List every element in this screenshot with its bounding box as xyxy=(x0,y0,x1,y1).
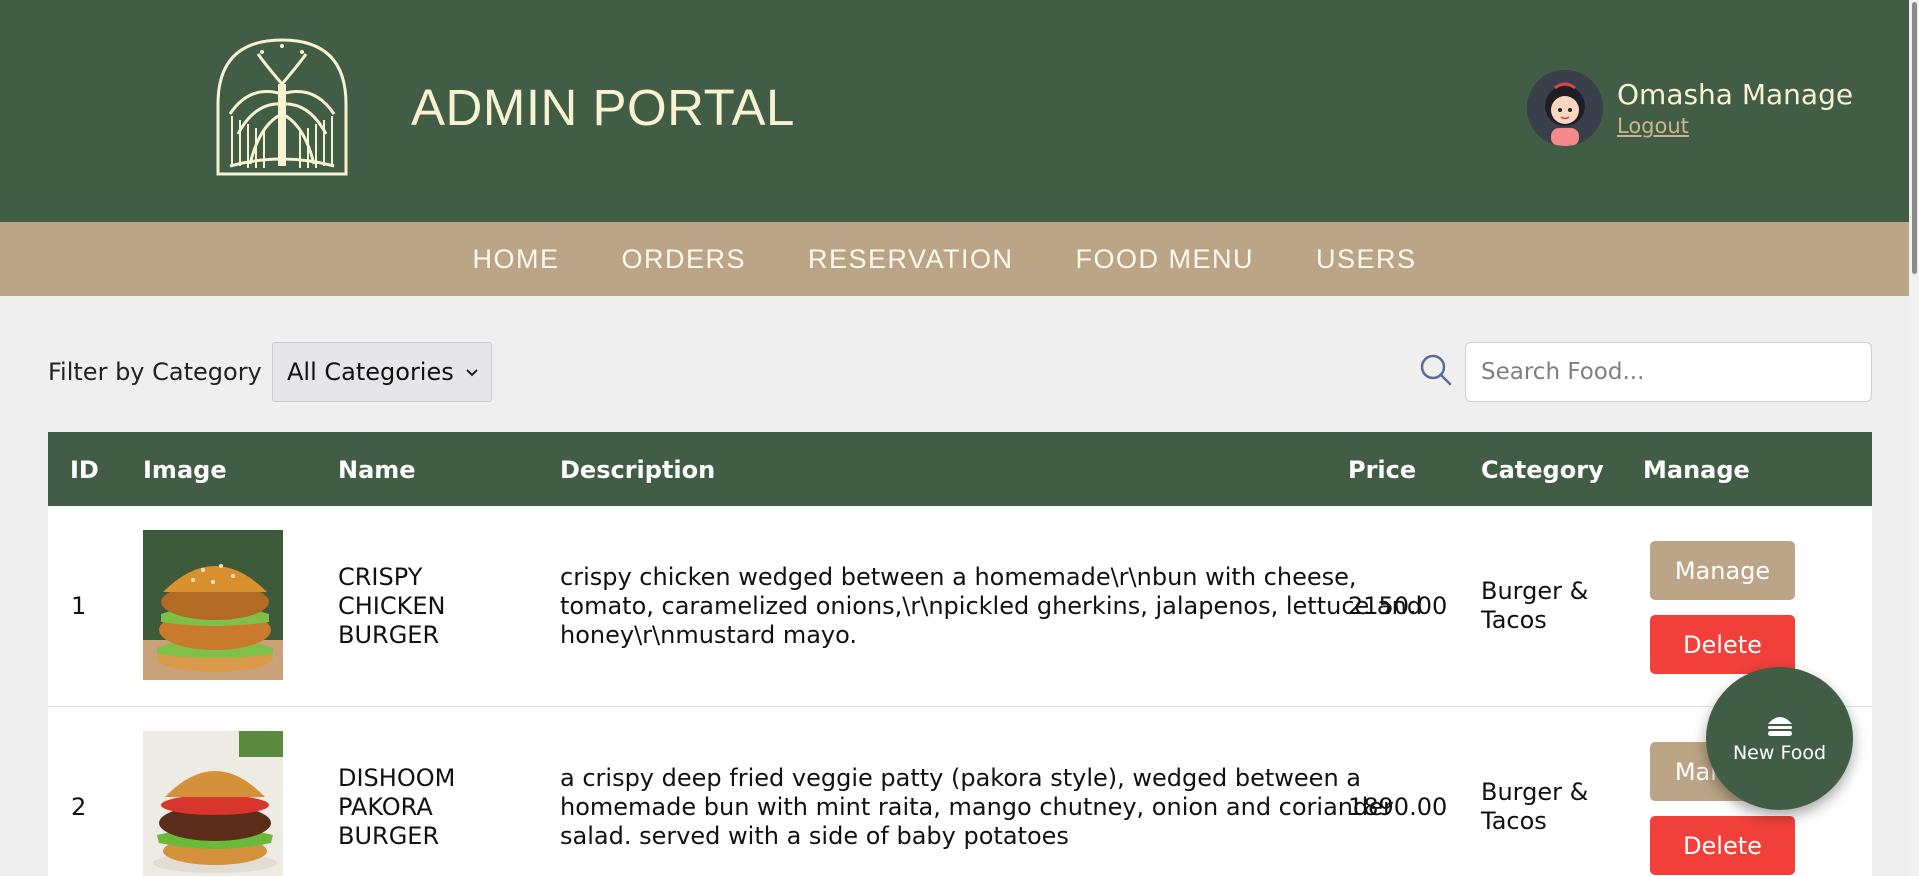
main-nav: HOME ORDERS RESERVATION FOOD MENU USERS xyxy=(0,222,1919,296)
new-food-label: New Food xyxy=(1732,741,1827,764)
nav-item-home[interactable]: HOME xyxy=(472,244,559,275)
delete-button[interactable]: Delete xyxy=(1650,615,1795,674)
row-name: CRISPY CHICKEN BURGER xyxy=(338,563,446,649)
manage-button[interactable]: Manage xyxy=(1650,541,1795,600)
user-name: Omasha Manage xyxy=(1617,78,1854,111)
nav-item-food-menu[interactable]: FOOD MENU xyxy=(1076,244,1255,275)
row-category: Burger & Tacos xyxy=(1481,577,1589,634)
column-header-description: Description xyxy=(560,456,716,484)
column-header-price: Price xyxy=(1348,456,1417,484)
nav-item-reservation[interactable]: RESERVATION xyxy=(808,244,1014,275)
row-price: 2150.00 xyxy=(1348,592,1448,620)
column-header-category: Category xyxy=(1481,456,1604,484)
burger-icon xyxy=(1767,716,1792,736)
search-icon[interactable] xyxy=(1418,352,1454,388)
category-select-value: All Categories xyxy=(287,358,454,386)
food-image-crispy-chicken-burger xyxy=(143,530,283,680)
food-image-dishoom-pakora-burger xyxy=(143,731,283,876)
category-select[interactable]: All Categories xyxy=(272,342,492,402)
search-food-input[interactable] xyxy=(1465,342,1872,402)
page-title: ADMIN PORTAL xyxy=(411,79,795,136)
column-header-id: ID xyxy=(70,456,99,484)
row-category: Burger & Tacos xyxy=(1481,778,1589,835)
chevron-down-icon xyxy=(466,369,478,377)
food-table: ID Image Name Description Price Category… xyxy=(48,432,1872,876)
filter-label: Filter by Category : xyxy=(48,358,278,386)
row-description: crispy chicken wedged between a homemade… xyxy=(560,563,1423,649)
nav-item-users[interactable]: USERS xyxy=(1316,244,1417,275)
scrollbar-thumb[interactable] xyxy=(1912,2,1917,274)
logout-link[interactable]: Logout xyxy=(1617,114,1689,138)
new-food-button[interactable]: New Food xyxy=(1706,667,1853,810)
row-id: 1 xyxy=(71,592,87,620)
tree-logo-icon xyxy=(216,38,348,176)
delete-button[interactable]: Delete xyxy=(1650,816,1795,875)
row-description: a crispy deep fried veggie patty (pakora… xyxy=(560,764,1393,850)
row-id: 2 xyxy=(71,793,87,821)
table-header: ID Image Name Description Price Category… xyxy=(48,432,1872,506)
table-row: 2 DISHOOM PAKORA BURGER a crispy deep fr… xyxy=(48,707,1872,876)
header-bar: ADMIN PORTAL Omasha Manage Logout xyxy=(0,0,1919,222)
row-name: DISHOOM PAKORA BURGER xyxy=(338,764,456,850)
column-header-name: Name xyxy=(338,456,416,484)
avatar[interactable] xyxy=(1527,70,1603,146)
table-row: 1 CRISPY CHICKEN BURGER crispy chicken w… xyxy=(48,506,1872,707)
column-header-manage: Manage xyxy=(1643,456,1750,484)
row-price: 1890.00 xyxy=(1348,793,1448,821)
column-header-image: Image xyxy=(143,456,227,484)
nav-item-orders[interactable]: ORDERS xyxy=(621,244,746,275)
